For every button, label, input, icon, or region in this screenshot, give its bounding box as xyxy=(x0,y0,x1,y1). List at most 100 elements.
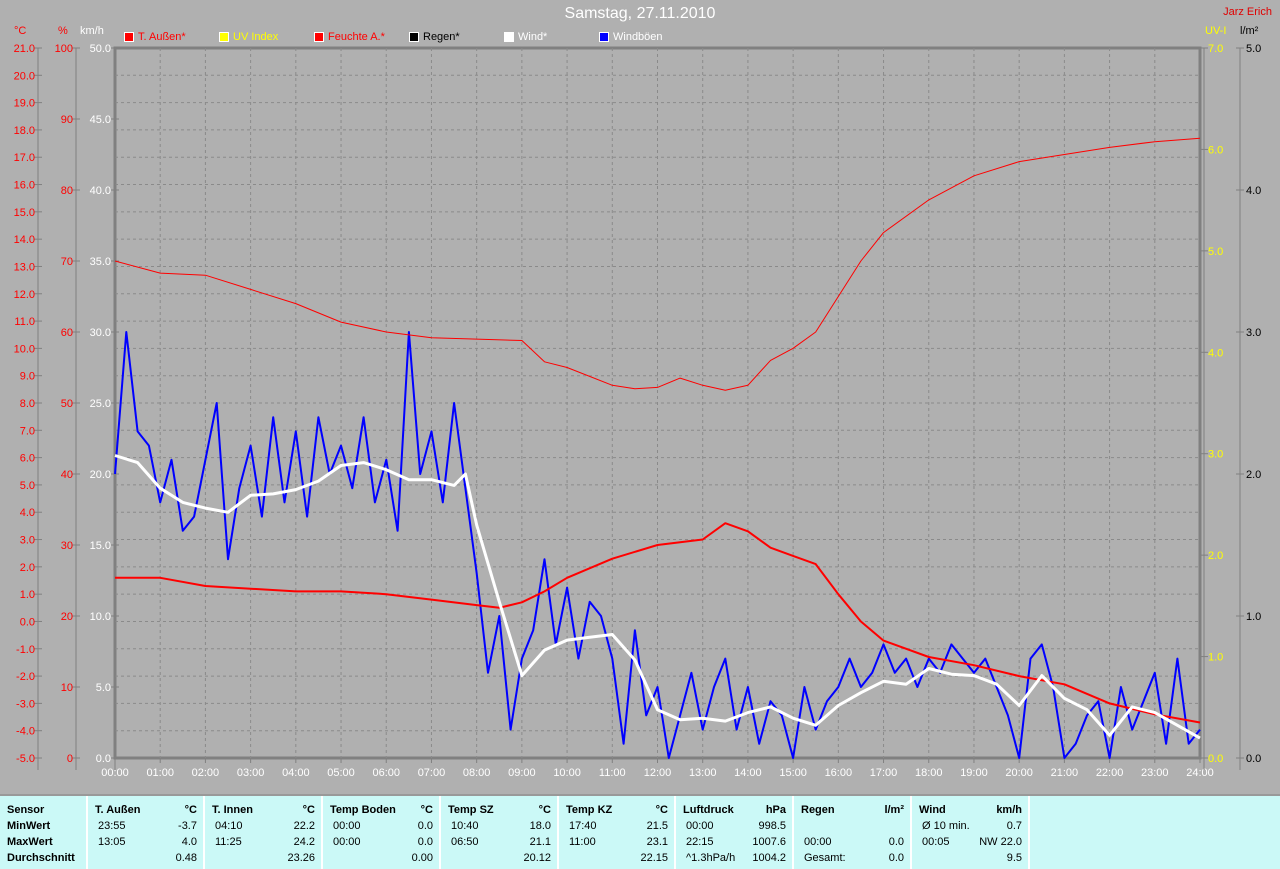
cell-label: 00:00 xyxy=(333,820,361,832)
x-tick-label: 03:00 xyxy=(237,767,265,779)
cell-label xyxy=(330,850,333,866)
cell-label: 04:10 xyxy=(215,820,243,832)
humidity-tick-label: 90 xyxy=(61,114,73,126)
column-header: Temp Boden °C xyxy=(330,802,433,818)
x-tick-label: 06:00 xyxy=(372,767,400,779)
column-header: Temp SZ °C xyxy=(448,802,551,818)
table-column-temp-kz: Temp KZ °C 17:40 21.5 11:00 23.1 22.15 xyxy=(559,796,676,869)
temp-tick-label: 6.0 xyxy=(20,453,35,465)
table-row: 22.15 xyxy=(566,850,668,866)
temp-tick-label: 10.0 xyxy=(14,343,35,355)
column-title: Sensor xyxy=(7,804,45,816)
humidity-tick-label: 20 xyxy=(61,611,73,623)
column-title: Temp Boden xyxy=(330,804,396,816)
x-tick-label: 21:00 xyxy=(1051,767,1079,779)
wind-tick-label: 30.0 xyxy=(90,327,111,339)
column-unit: °C xyxy=(538,804,551,816)
cell-value: 0.0 xyxy=(417,820,433,832)
rain-tick-label: 3.0 xyxy=(1246,327,1261,339)
cell-value: 23.1 xyxy=(646,836,668,848)
rain-tick-label: 0.0 xyxy=(1246,753,1261,765)
cell-value: 0.0 xyxy=(888,836,904,848)
table-column-regen: Regen l/m² 00:00 0.0 Gesamt: 0.0 xyxy=(794,796,912,869)
x-tick-label: 18:00 xyxy=(915,767,943,779)
temp-tick-label: 15.0 xyxy=(14,207,35,219)
cell-label: MinWert xyxy=(7,820,51,832)
humidity-tick-label: 40 xyxy=(61,469,73,481)
cell-value: 0.0 xyxy=(417,836,433,848)
cell-label: Gesamt: xyxy=(804,852,846,864)
uv-tick-label: 5.0 xyxy=(1208,246,1223,258)
table-row: 13:05 4.0 xyxy=(95,834,197,850)
cell-value: 9.5 xyxy=(1006,852,1022,864)
x-tick-label: 09:00 xyxy=(508,767,536,779)
cell-label: 23:55 xyxy=(98,820,126,832)
table-row: 23:55 -3.7 xyxy=(95,818,197,834)
cell-label: 22:15 xyxy=(686,836,714,848)
table-row: MaxWert xyxy=(7,834,80,850)
x-tick-label: 22:00 xyxy=(1096,767,1124,779)
rain-tick-label: 4.0 xyxy=(1246,185,1261,197)
temp-tick-label: 4.0 xyxy=(20,507,35,519)
x-tick-label: 04:00 xyxy=(282,767,310,779)
column-unit: °C xyxy=(302,804,315,816)
temp-tick-label: 21.0 xyxy=(14,43,35,55)
cell-label: 00:00 xyxy=(686,820,714,832)
cell-value: 0.00 xyxy=(411,852,433,864)
x-tick-label: 19:00 xyxy=(960,767,988,779)
humidity-tick-label: 50 xyxy=(61,398,73,410)
humidity-tick-label: 60 xyxy=(61,327,73,339)
table-row: 00:00 0.0 xyxy=(330,834,433,850)
temp-tick-label: 18.0 xyxy=(14,125,35,137)
table-row: 0.00 xyxy=(330,850,433,866)
temp-tick-label: -1.0 xyxy=(16,644,35,656)
column-title: Temp KZ xyxy=(566,804,613,816)
humidity-tick-label: 30 xyxy=(61,540,73,552)
rain-tick-label: 2.0 xyxy=(1246,469,1261,481)
table-row: Durchschnitt xyxy=(7,850,80,866)
cell-label: 00:00 xyxy=(333,836,361,848)
humidity-tick-label: 0 xyxy=(67,753,73,765)
wind-tick-label: 25.0 xyxy=(90,398,111,410)
wind-tick-label: 40.0 xyxy=(90,185,111,197)
table-column-wind: Wind km/h Ø 10 min. 0.7 00:05 NW 22.0 9.5 xyxy=(912,796,1030,869)
cell-value: 22.2 xyxy=(293,820,315,832)
x-tick-label: 08:00 xyxy=(463,767,491,779)
cell-label: 00:00 xyxy=(804,836,832,848)
cell-value: 23.26 xyxy=(287,852,315,864)
temp-tick-label: -3.0 xyxy=(16,698,35,710)
rain-tick-label: 1.0 xyxy=(1246,611,1261,623)
cell-value: 998.5 xyxy=(758,820,786,832)
temp-tick-label: -4.0 xyxy=(16,726,35,738)
temp-tick-label: 13.0 xyxy=(14,261,35,273)
column-unit: °C xyxy=(184,804,197,816)
column-title: Luftdruck xyxy=(683,804,734,816)
temp-tick-label: -2.0 xyxy=(16,671,35,683)
humidity-tick-label: 100 xyxy=(55,43,73,55)
temp-tick-label: 5.0 xyxy=(20,480,35,492)
column-unit: l/m² xyxy=(884,804,904,816)
humidity-tick-label: 70 xyxy=(61,256,73,268)
x-tick-label: 13:00 xyxy=(689,767,717,779)
temp-tick-label: 14.0 xyxy=(14,234,35,246)
x-tick-label: 02:00 xyxy=(192,767,220,779)
cell-value: 0.0 xyxy=(888,852,904,864)
x-tick-label: 24:00 xyxy=(1186,767,1214,779)
table-row: 0.48 xyxy=(95,850,197,866)
cell-value: -3.7 xyxy=(178,820,197,832)
cell-label: Ø 10 min. xyxy=(922,820,970,832)
uv-tick-label: 6.0 xyxy=(1208,144,1223,156)
cell-label: MaxWert xyxy=(7,836,53,848)
wind-tick-label: 50.0 xyxy=(90,43,111,55)
cell-value: 0.48 xyxy=(175,852,197,864)
table-row: 11:00 23.1 xyxy=(566,834,668,850)
column-header: Sensor xyxy=(7,802,80,818)
temp-tick-label: 8.0 xyxy=(20,398,35,410)
cell-label xyxy=(95,850,98,866)
humidity-tick-label: 80 xyxy=(61,185,73,197)
column-header: T. Außen °C xyxy=(95,802,197,818)
weather-chart: 00:00 01:00 02:00 03:00 04:00 05:00 06:00 07:00… xyxy=(14,43,1262,779)
temp-tick-label: 2.0 xyxy=(20,562,35,574)
cell-label: 17:40 xyxy=(569,820,597,832)
column-title: Wind xyxy=(919,804,946,816)
